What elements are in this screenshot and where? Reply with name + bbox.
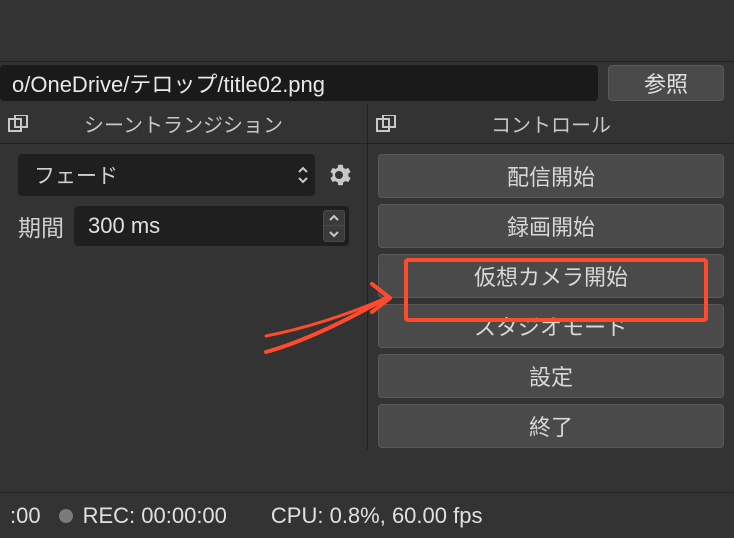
controls-title: コントロール (491, 109, 611, 138)
settings-button[interactable]: 設定 (378, 354, 724, 398)
start-recording-button[interactable]: 録画開始 (378, 204, 724, 248)
file-path-row: o/OneDrive/テロップ/title02.png 参照 (0, 62, 734, 104)
status-cpu: CPU: 0.8%, 60.00 fps (271, 503, 483, 529)
status-time: :00 REC: 00:00:00 (10, 503, 227, 529)
popout-icon[interactable] (8, 115, 28, 133)
duration-input[interactable]: 300 ms (74, 206, 349, 246)
status-rec-value: REC: 00:00:00 (83, 503, 227, 529)
controls-list: 配信開始 録画開始 仮想カメラ開始 スタジオモード 設定 終了 (368, 144, 734, 448)
transition-select-row: フェード (0, 144, 367, 200)
file-path-input[interactable]: o/OneDrive/テロップ/title02.png (0, 65, 598, 101)
transition-select[interactable]: フェード (18, 154, 315, 196)
popout-icon[interactable] (376, 115, 396, 133)
scene-transitions-panel: シーントランジション フェード 期間 300 ms (0, 104, 368, 450)
top-area (0, 0, 734, 62)
status-time-value: :00 (10, 503, 41, 529)
transition-duration-row: 期間 300 ms (0, 200, 367, 246)
gear-icon (327, 163, 351, 187)
studio-mode-button[interactable]: スタジオモード (378, 304, 724, 348)
transition-settings-button[interactable] (323, 159, 355, 191)
select-chevrons-icon (297, 166, 309, 184)
duration-spin-down[interactable] (323, 226, 345, 242)
chevron-down-icon (328, 230, 340, 238)
duration-spinner (323, 210, 345, 242)
controls-header: コントロール (368, 104, 734, 144)
status-cpu-value: CPU: 0.8%, 60.00 fps (271, 503, 483, 529)
dock-panels: シーントランジション フェード 期間 300 ms (0, 104, 734, 450)
transition-select-value: フェード (34, 160, 118, 190)
status-bar: :00 REC: 00:00:00 CPU: 0.8%, 60.00 fps (0, 492, 734, 538)
duration-label: 期間 (18, 209, 64, 243)
scene-transitions-title: シーントランジション (84, 109, 283, 138)
browse-button[interactable]: 参照 (608, 65, 724, 101)
chevron-up-icon (328, 214, 340, 222)
duration-spin-up[interactable] (323, 210, 345, 226)
rec-indicator-icon (59, 509, 73, 523)
controls-panel: コントロール 配信開始 録画開始 仮想カメラ開始 スタジオモード 設定 終了 (368, 104, 734, 450)
exit-button[interactable]: 終了 (378, 404, 724, 448)
start-streaming-button[interactable]: 配信開始 (378, 154, 724, 198)
duration-value: 300 ms (88, 213, 160, 239)
start-virtual-camera-button[interactable]: 仮想カメラ開始 (378, 254, 724, 298)
scene-transitions-header: シーントランジション (0, 104, 367, 144)
